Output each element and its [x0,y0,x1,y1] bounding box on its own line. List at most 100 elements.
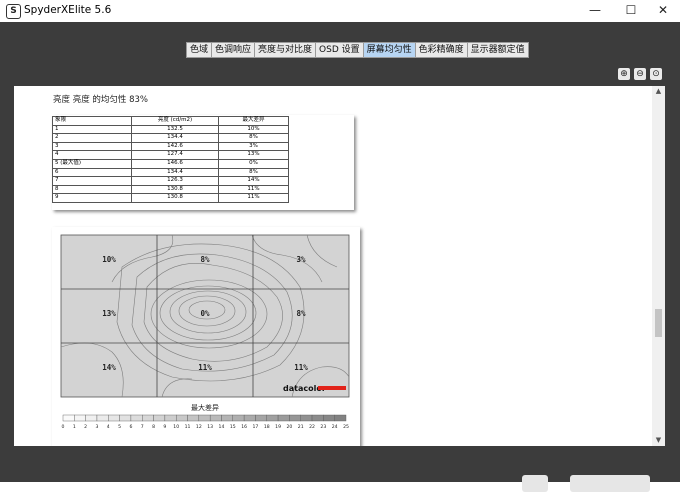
quadrant-cell: 9 [52,193,132,203]
legend-swatch [96,414,109,422]
legend-swatch [266,414,279,422]
legend-swatch [62,414,75,422]
minimize-button[interactable]: — [578,0,612,22]
tab-osd-settings[interactable]: OSD 设置 [315,42,363,58]
cell-label-2: 8% [200,255,210,264]
table-row: 8 130.8 11% [52,184,289,195]
legend-tick-label: 21 [298,424,304,430]
quadrant-cell: 5 (最大值) [52,158,132,169]
legend-tick-label: 4 [107,424,110,430]
table-row: 2 134.4 8% [52,133,289,143]
diff-cell: 0% [218,158,289,169]
diff-cell: 3% [218,141,289,152]
zoom-out-icon[interactable]: ⊖ [634,68,646,80]
quadrant-cell: 6 [52,167,132,178]
luminance-cell: 134.4 [131,133,219,143]
table-row: 7 126.3 14% [52,176,289,186]
luminance-cell: 130.8 [131,184,219,195]
cell-label-9: 11% [294,363,308,372]
diff-cell: 11% [218,184,289,195]
legend-swatch [300,414,313,422]
maximize-button[interactable]: ☐ [614,0,648,22]
legend-swatch [108,414,120,422]
tab-color-accuracy[interactable]: 色彩精确度 [414,42,467,58]
legend-tick-label: 6 [129,424,132,430]
legend-swatch [289,414,301,422]
legend-swatch [175,414,188,422]
legend-title: 最大差异 [191,403,219,412]
legend-swatch [334,414,347,422]
legend-swatch [142,414,154,422]
datacolor-logo-bar [318,386,346,390]
table-header-row: 象限 亮度 (cd/m2) 最大差异 [52,116,289,126]
tab-brightness-contrast[interactable]: 亮度与对比度 [254,42,316,58]
legend-tick-label: 11 [185,424,191,430]
legend-swatch [209,414,222,422]
legend-tick-label: 0 [62,424,65,430]
legend-tick-label: 25 [343,424,349,430]
uniformity-map-card: 10% 8% 3% 13% 0% 8% 14% 11% 11% datacolor 最大差异 0… [52,227,360,446]
cell-label-6: 8% [296,309,306,318]
legend-swatch [232,414,245,422]
legend-swatch [198,414,211,422]
legend-swatch [277,414,290,422]
legend-swatch [187,414,200,422]
cell-label-4: 13% [102,309,116,318]
cell-label-3: 3% [296,255,306,264]
legend-swatch [85,414,98,422]
table-row: 4 127.4 13% [52,150,289,160]
uniformity-table: 象限 亮度 (cd/m2) 最大差异 1 132.5 10% 2 134.4 8% 31… [52,116,289,203]
zoom-in-icon[interactable]: ⊕ [618,68,630,80]
tab-monitor-rating[interactable]: 显示器额定值 [466,42,529,58]
legend-tick-label: 18 [264,424,270,430]
scroll-up-arrow-icon[interactable]: ▲ [652,86,665,97]
quadrant-cell: 2 [52,133,132,143]
quadrant-cell: 8 [52,184,132,195]
tab-tone-response[interactable]: 色调响应 [211,42,255,58]
luminance-cell: 134.4 [131,167,219,178]
legend-tick-label: 14 [219,424,225,430]
legend-tick-label: 24 [332,424,338,430]
scroll-thumb[interactable] [655,309,662,337]
table-row: 6 134.4 8% [52,167,289,178]
diff-cell: 8% [218,167,289,178]
legend-tick-label: 12 [196,424,202,430]
legend-tick-label: 19 [275,424,281,430]
legend-swatch [74,414,86,422]
close-button[interactable]: ✕ [646,0,680,22]
uniformity-table-card: 象限 亮度 (cd/m2) 最大差异 1 132.5 10% 2 134.4 8% 31… [52,115,354,210]
legend-tick-label: 1 [73,424,76,430]
legend-scale: 0 1 2 3 4 5 6 7 8 9 10 11 12 13 14 15 16 17 18 19 20 21 22 23 24… [62,414,349,430]
legend-tick-label: 10 [173,424,179,430]
legend-tick-label: 8 [152,424,155,430]
vertical-scrollbar[interactable]: ▲ ▼ [652,86,665,446]
tab-screen-uniformity[interactable]: 屏幕均匀性 [362,42,415,58]
app-logo-icon: S [6,4,21,19]
cell-label-5: 0% [200,309,210,318]
legend-tick-label: 7 [141,424,144,430]
luminance-cell: 146.6 [131,158,219,169]
luminance-cell: 127.4 [131,150,219,160]
col-header-quadrant: 象限 [52,116,132,126]
taskbar-blur-1 [522,475,548,492]
legend-swatch [323,414,335,422]
diff-cell: 11% [218,193,289,203]
title-bar: S SpyderXElite 5.6 — ☐ ✕ [0,0,680,22]
col-header-luminance: 亮度 (cd/m2) [131,116,219,126]
legend-tick-label: 15 [230,424,236,430]
tab-bar: 色域 色调响应 亮度与对比度 OSD 设置 屏幕均匀性 色彩精确度 显示器额定值 [186,42,529,58]
luminance-cell: 132.5 [131,124,219,135]
cell-label-1: 10% [102,255,116,264]
luminance-cell: 142.6 [131,141,219,152]
legend-swatch [255,414,267,422]
legend-tick-label: 23 [320,424,326,430]
tab-gamut[interactable]: 色域 [186,42,212,58]
cell-label-7: 14% [102,363,116,372]
legend-swatch [153,414,166,422]
col-header-max-diff: 最大差异 [218,116,289,126]
scroll-down-arrow-icon[interactable]: ▼ [652,435,665,446]
cell-label-8: 11% [198,363,212,372]
legend-swatch [221,414,233,422]
zoom-fit-icon[interactable]: ⊙ [650,68,662,80]
table-row: 1 132.5 10% [52,124,289,135]
